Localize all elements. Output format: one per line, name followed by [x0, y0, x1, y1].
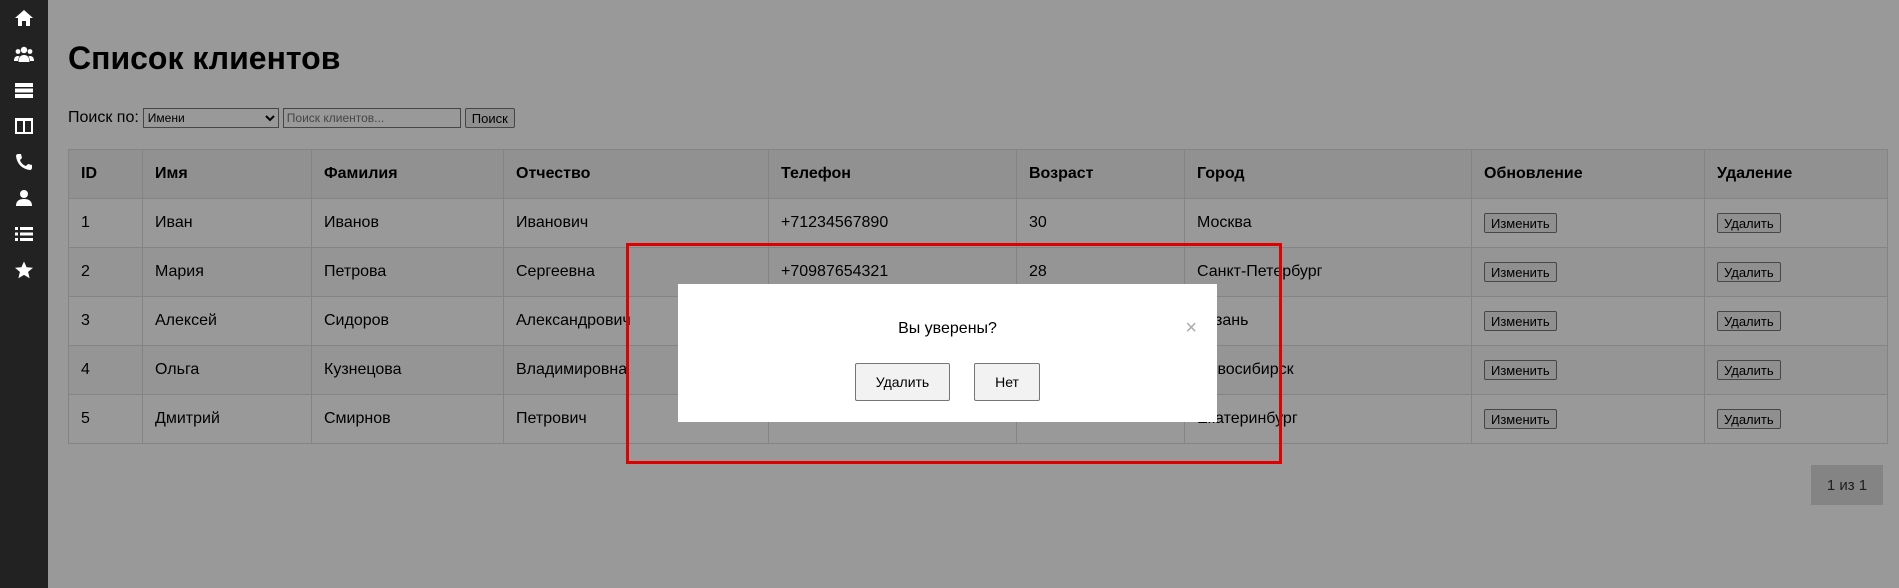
highlight-frame	[626, 243, 1282, 464]
phone-icon	[16, 154, 32, 170]
nav-clients[interactable]	[0, 36, 48, 72]
star-icon	[15, 261, 33, 279]
nav-phone[interactable]	[0, 144, 48, 180]
user-icon	[16, 190, 32, 206]
servers-icon	[15, 83, 33, 98]
nav-columns[interactable]	[0, 108, 48, 144]
columns-icon	[15, 118, 33, 134]
list-icon	[15, 227, 33, 241]
users-icon	[14, 46, 34, 62]
nav-profile[interactable]	[0, 180, 48, 216]
nav-home[interactable]	[0, 0, 48, 36]
nav-servers[interactable]	[0, 72, 48, 108]
nav-favorites[interactable]	[0, 252, 48, 288]
home-icon	[15, 10, 33, 26]
nav-list[interactable]	[0, 216, 48, 252]
sidebar	[0, 0, 48, 588]
